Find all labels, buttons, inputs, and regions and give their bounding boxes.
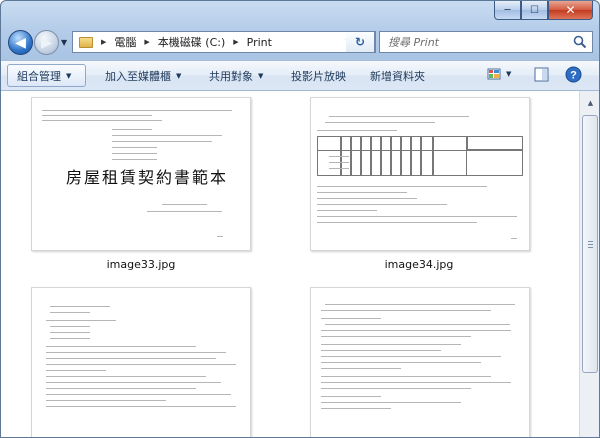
minimize-button[interactable]: ─ (494, 1, 521, 20)
search-input[interactable]: 搜尋 Print (388, 34, 439, 50)
preview-title: 房屋租賃契約書範本 (66, 168, 229, 187)
scroll-up-button[interactable]: ▲ (582, 94, 599, 111)
navigation-bar: ◀ ▶ ▼ ▶ 電腦 ▶ 本機磁碟 (C:) ▶ Print ▼ ↻ 搜尋 Pr… (1, 28, 599, 60)
slide-show-button[interactable]: 投影片放映 (291, 61, 346, 90)
forward-button[interactable]: ▶ (34, 30, 59, 55)
chevron-right-icon[interactable]: ▶ (233, 38, 238, 46)
svg-text:?: ? (570, 70, 577, 82)
view-options-dropdown-icon[interactable]: ▼ (506, 70, 511, 78)
new-folder-button[interactable]: 新增資料夾 (370, 61, 425, 90)
address-bar[interactable]: ▶ 電腦 ▶ 本機磁碟 (C:) ▶ Print ▼ (72, 31, 376, 53)
refresh-button[interactable]: ↻ (346, 31, 375, 53)
vertical-scrollbar[interactable]: ▲ (579, 91, 599, 437)
refresh-icon: ↻ (354, 35, 366, 49)
change-view-icon[interactable] (487, 67, 501, 81)
add-to-library-label: 加入至媒體櫃 (105, 69, 171, 83)
chevron-right-icon[interactable]: ▶ (144, 38, 149, 46)
command-bar: 組合管理 ▼ 加入至媒體櫃 ▼ 共用對象 ▼ 投影片放映 新增資料夾 ▼ ? (1, 60, 599, 91)
chevron-down-icon: ▼ (66, 71, 72, 80)
organize-menu[interactable]: 組合管理 ▼ (7, 64, 86, 87)
file-list[interactable]: 房屋租賃契約書範本 image33.jpg image34.jpg (1, 91, 579, 437)
share-with-menu[interactable]: 共用對象 ▼ (209, 61, 263, 90)
maximize-button[interactable]: ☐ (521, 1, 548, 20)
back-button[interactable]: ◀ (8, 30, 33, 55)
file-name[interactable]: image34.jpg (339, 258, 499, 271)
chevron-right-icon[interactable]: ▶ (101, 38, 106, 46)
file-name[interactable]: image33.jpg (61, 258, 221, 271)
help-icon[interactable]: ? (565, 66, 582, 83)
search-box[interactable]: 搜尋 Print (379, 31, 593, 53)
folder-icon (79, 36, 93, 48)
scrollbar-thumb[interactable] (582, 115, 598, 373)
share-with-label: 共用對象 (209, 69, 253, 83)
chevron-down-icon: ▼ (176, 71, 182, 80)
file-thumbnail[interactable]: 房屋租賃契約書範本 (31, 97, 251, 251)
new-folder-label: 新增資料夾 (370, 69, 425, 83)
file-thumbnail[interactable] (310, 287, 530, 437)
add-to-library-menu[interactable]: 加入至媒體櫃 ▼ (105, 61, 181, 90)
slide-show-label: 投影片放映 (291, 69, 346, 83)
close-button[interactable]: ✕ (548, 1, 593, 20)
breadcrumb-print[interactable]: Print (247, 36, 272, 49)
recent-pages-dropdown[interactable]: ▼ (61, 38, 67, 47)
explorer-window: ─ ☐ ✕ ◀ ▶ ▼ ▶ 電腦 ▶ 本機磁碟 (C:) ▶ Print ▼ ↻… (0, 0, 600, 438)
search-icon[interactable] (573, 35, 587, 49)
caption-buttons: ─ ☐ ✕ (494, 1, 593, 20)
file-thumbnail[interactable] (31, 287, 251, 437)
preview-pane-icon[interactable] (534, 67, 549, 82)
file-thumbnail[interactable] (310, 97, 530, 251)
organize-label: 組合管理 (17, 69, 61, 83)
chevron-down-icon: ▼ (258, 71, 264, 80)
breadcrumb-local-disk[interactable]: 本機磁碟 (C:) (158, 34, 225, 50)
breadcrumb-computer[interactable]: 電腦 (114, 34, 136, 50)
